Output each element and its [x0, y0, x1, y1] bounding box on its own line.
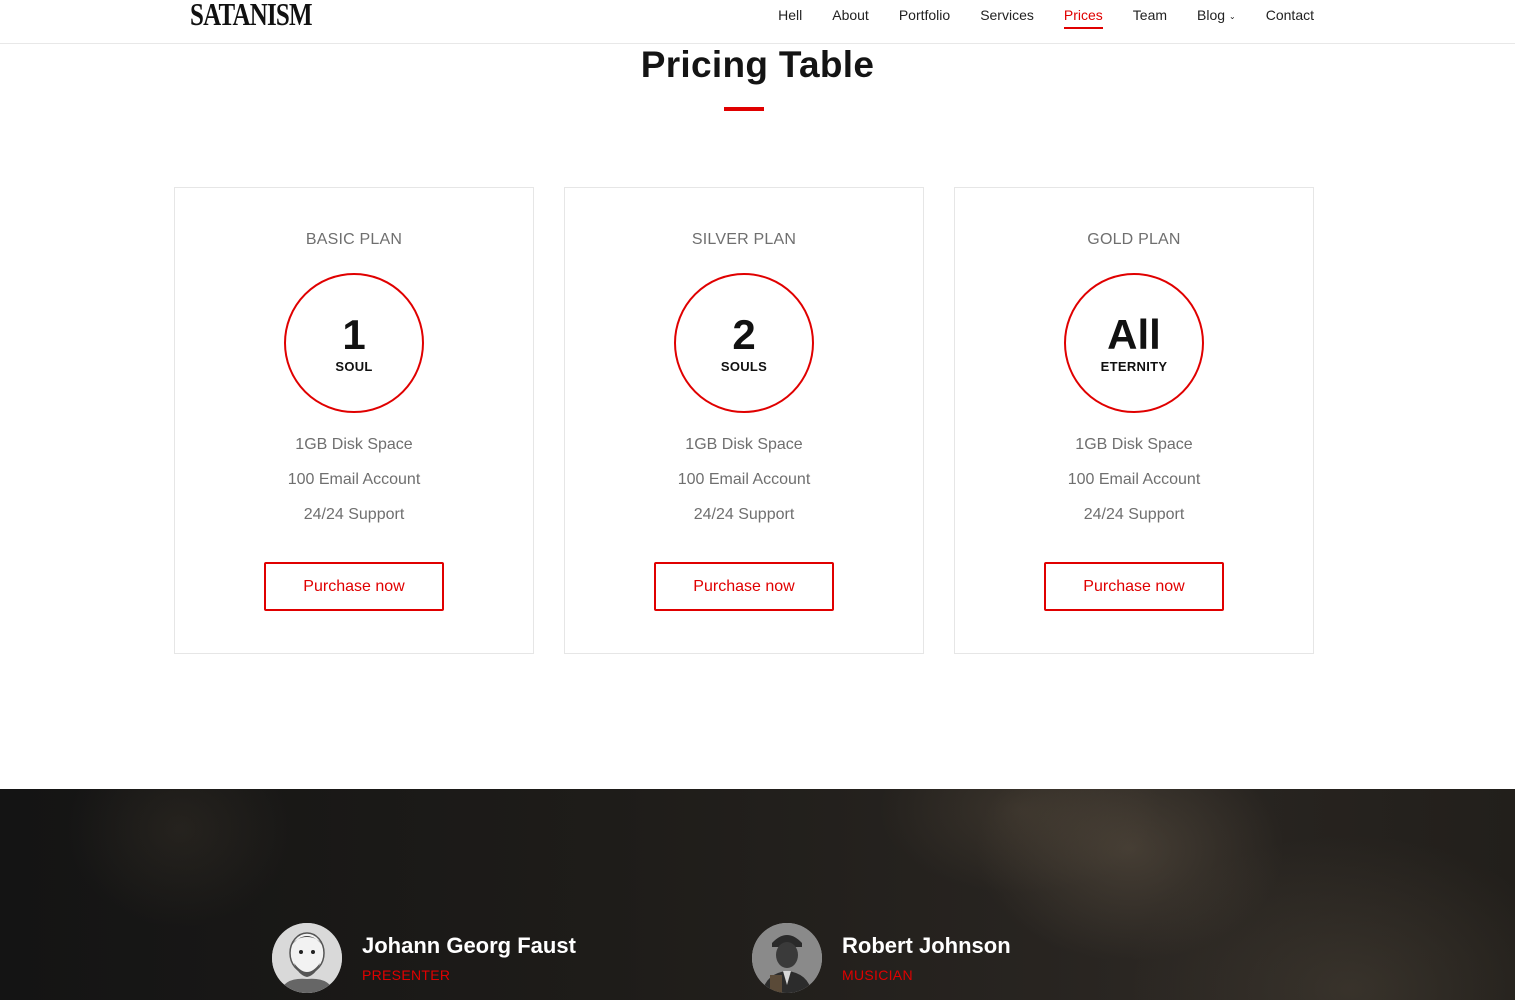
- pricing-card-basic: BASIC PLAN 1 SOUL 1GB Disk Space 100 Ema…: [174, 187, 534, 654]
- site-header: SATANISM Hell About Portfolio Services P…: [0, 0, 1515, 44]
- nav-item-label: About: [832, 7, 869, 23]
- avatar: [272, 923, 342, 993]
- member-role: PRESENTER: [362, 967, 451, 983]
- feature-list: 1GB Disk Space 100 Email Account 24/24 S…: [955, 434, 1313, 539]
- feature-item: 100 Email Account: [1067, 471, 1201, 488]
- feature-item: 1GB Disk Space: [1075, 436, 1193, 453]
- purchase-button[interactable]: Purchase now: [654, 562, 834, 611]
- nav-item-about[interactable]: About: [832, 7, 869, 27]
- nav-item-label: Hell: [778, 7, 803, 23]
- price-unit: SOULS: [720, 359, 768, 374]
- nav-item-label: Prices: [1063, 7, 1103, 23]
- section-title: Pricing Table: [640, 44, 875, 85]
- price-circle: 2 SOULS: [674, 273, 814, 413]
- nav-item-prices[interactable]: Prices: [1063, 7, 1103, 29]
- price-value: 2: [732, 311, 756, 358]
- site-logo[interactable]: SATANISM: [190, 0, 313, 32]
- member-role: MUSICIAN: [842, 967, 913, 983]
- feature-item: 24/24 Support: [693, 506, 795, 523]
- price-unit: ETERNITY: [1100, 359, 1168, 374]
- feature-item: 24/24 Support: [303, 506, 405, 523]
- feature-list: 1GB Disk Space 100 Email Account 24/24 S…: [175, 434, 533, 539]
- nav-item-label: Team: [1132, 7, 1168, 23]
- nav-item-services[interactable]: Services: [980, 7, 1034, 27]
- chevron-down-icon: ⌄: [1229, 11, 1236, 21]
- nav-item-label: Services: [980, 7, 1034, 23]
- plan-name: GOLD PLAN: [1087, 231, 1181, 248]
- plan-name: BASIC PLAN: [305, 231, 403, 248]
- team-member: Robert Johnson MUSICIAN: [752, 923, 1172, 995]
- feature-item: 1GB Disk Space: [685, 436, 803, 453]
- nav-item-contact[interactable]: Contact: [1266, 7, 1314, 27]
- title-underline: [724, 107, 764, 111]
- nav-item-label: Contact: [1265, 7, 1314, 23]
- purchase-button[interactable]: Purchase now: [1044, 562, 1224, 611]
- price-value: All: [1107, 311, 1161, 358]
- feature-item: 24/24 Support: [1083, 506, 1185, 523]
- nav-item-team[interactable]: Team: [1133, 7, 1167, 27]
- avatar: [752, 923, 822, 993]
- nav-item-hell[interactable]: Hell: [778, 7, 802, 27]
- feature-list: 1GB Disk Space 100 Email Account 24/24 S…: [565, 434, 923, 539]
- pricing-card-silver: SILVER PLAN 2 SOULS 1GB Disk Space 100 E…: [564, 187, 924, 654]
- nav-item-label: Blog: [1197, 7, 1226, 23]
- team-section: Johann Georg Faust PRESENTER Robert John…: [0, 789, 1515, 1000]
- plan-name: SILVER PLAN: [691, 231, 797, 248]
- portrait-engraving-icon: [272, 923, 342, 993]
- price-circle: 1 SOUL: [284, 273, 424, 413]
- feature-item: 1GB Disk Space: [295, 436, 413, 453]
- purchase-button[interactable]: Purchase now: [264, 562, 444, 611]
- nav-item-blog[interactable]: Blog ⌄: [1197, 7, 1236, 27]
- nav-item-portfolio[interactable]: Portfolio: [899, 7, 950, 27]
- member-name: Johann Georg Faust: [362, 933, 576, 958]
- portrait-photo-icon: [752, 923, 822, 993]
- team-member: Johann Georg Faust PRESENTER: [272, 923, 692, 995]
- pricing-card-gold: GOLD PLAN All ETERNITY 1GB Disk Space 10…: [954, 187, 1314, 654]
- main-nav: Hell About Portfolio Services Prices Tea…: [748, 7, 1314, 29]
- price-circle: All ETERNITY: [1064, 273, 1204, 413]
- price-value: 1: [342, 311, 366, 358]
- feature-item: 100 Email Account: [677, 471, 811, 488]
- price-unit: SOUL: [335, 359, 373, 374]
- nav-item-label: Portfolio: [898, 7, 951, 23]
- member-name: Robert Johnson: [842, 933, 1011, 958]
- feature-item: 100 Email Account: [287, 471, 421, 488]
